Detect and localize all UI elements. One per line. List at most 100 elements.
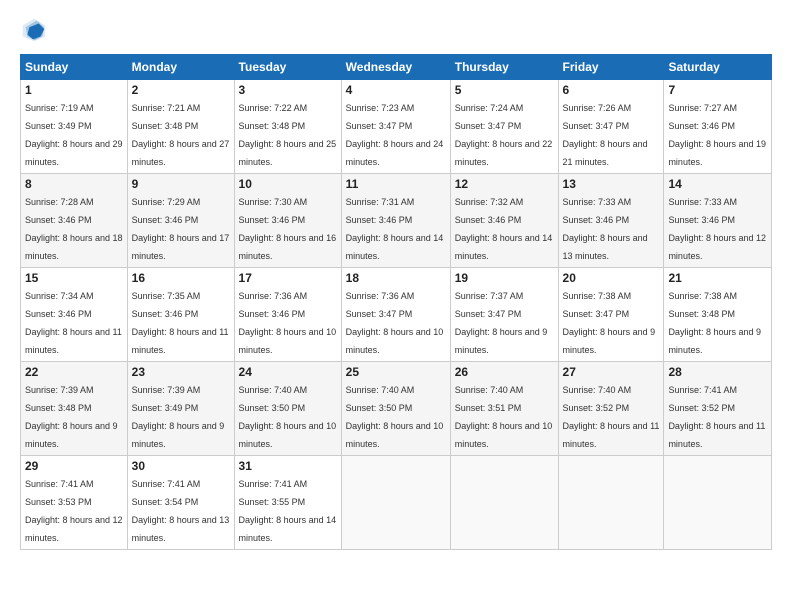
day-number: 22: [25, 365, 123, 379]
calendar-week-4: 22 Sunrise: 7:39 AMSunset: 3:48 PMDaylig…: [21, 362, 772, 456]
day-number: 13: [563, 177, 660, 191]
day-info: Sunrise: 7:34 AMSunset: 3:46 PMDaylight:…: [25, 291, 122, 355]
calendar-cell: 16 Sunrise: 7:35 AMSunset: 3:46 PMDaylig…: [127, 268, 234, 362]
day-info: Sunrise: 7:21 AMSunset: 3:48 PMDaylight:…: [132, 103, 230, 167]
day-info: Sunrise: 7:40 AMSunset: 3:50 PMDaylight:…: [239, 385, 337, 449]
day-info: Sunrise: 7:32 AMSunset: 3:46 PMDaylight:…: [455, 197, 553, 261]
day-info: Sunrise: 7:33 AMSunset: 3:46 PMDaylight:…: [668, 197, 766, 261]
day-number: 27: [563, 365, 660, 379]
calendar-cell: 13 Sunrise: 7:33 AMSunset: 3:46 PMDaylig…: [558, 174, 664, 268]
day-number: 30: [132, 459, 230, 473]
logo: [20, 16, 52, 44]
calendar-cell: 17 Sunrise: 7:36 AMSunset: 3:46 PMDaylig…: [234, 268, 341, 362]
day-number: 20: [563, 271, 660, 285]
calendar-cell: 30 Sunrise: 7:41 AMSunset: 3:54 PMDaylig…: [127, 456, 234, 550]
calendar-cell: 22 Sunrise: 7:39 AMSunset: 3:48 PMDaylig…: [21, 362, 128, 456]
calendar-week-3: 15 Sunrise: 7:34 AMSunset: 3:46 PMDaylig…: [21, 268, 772, 362]
calendar-cell: 20 Sunrise: 7:38 AMSunset: 3:47 PMDaylig…: [558, 268, 664, 362]
calendar-cell: [558, 456, 664, 550]
day-number: 3: [239, 83, 337, 97]
day-info: Sunrise: 7:41 AMSunset: 3:52 PMDaylight:…: [668, 385, 765, 449]
day-info: Sunrise: 7:41 AMSunset: 3:54 PMDaylight:…: [132, 479, 230, 543]
day-number: 19: [455, 271, 554, 285]
day-number: 10: [239, 177, 337, 191]
day-info: Sunrise: 7:40 AMSunset: 3:51 PMDaylight:…: [455, 385, 553, 449]
logo-icon: [20, 16, 48, 44]
weekday-header-tuesday: Tuesday: [234, 55, 341, 80]
calendar-cell: 18 Sunrise: 7:36 AMSunset: 3:47 PMDaylig…: [341, 268, 450, 362]
weekday-header-sunday: Sunday: [21, 55, 128, 80]
day-info: Sunrise: 7:26 AMSunset: 3:47 PMDaylight:…: [563, 103, 648, 167]
calendar-cell: [341, 456, 450, 550]
calendar-cell: 24 Sunrise: 7:40 AMSunset: 3:50 PMDaylig…: [234, 362, 341, 456]
calendar-cell: 25 Sunrise: 7:40 AMSunset: 3:50 PMDaylig…: [341, 362, 450, 456]
calendar-cell: [450, 456, 558, 550]
calendar-cell: 7 Sunrise: 7:27 AMSunset: 3:46 PMDayligh…: [664, 80, 772, 174]
weekday-header-thursday: Thursday: [450, 55, 558, 80]
day-info: Sunrise: 7:38 AMSunset: 3:47 PMDaylight:…: [563, 291, 656, 355]
calendar-cell: 23 Sunrise: 7:39 AMSunset: 3:49 PMDaylig…: [127, 362, 234, 456]
day-number: 16: [132, 271, 230, 285]
calendar-cell: 8 Sunrise: 7:28 AMSunset: 3:46 PMDayligh…: [21, 174, 128, 268]
calendar-cell: 27 Sunrise: 7:40 AMSunset: 3:52 PMDaylig…: [558, 362, 664, 456]
day-number: 24: [239, 365, 337, 379]
day-number: 12: [455, 177, 554, 191]
calendar-cell: 2 Sunrise: 7:21 AMSunset: 3:48 PMDayligh…: [127, 80, 234, 174]
day-info: Sunrise: 7:35 AMSunset: 3:46 PMDaylight:…: [132, 291, 229, 355]
day-info: Sunrise: 7:41 AMSunset: 3:55 PMDaylight:…: [239, 479, 337, 543]
day-info: Sunrise: 7:24 AMSunset: 3:47 PMDaylight:…: [455, 103, 553, 167]
day-number: 4: [346, 83, 446, 97]
day-info: Sunrise: 7:23 AMSunset: 3:47 PMDaylight:…: [346, 103, 444, 167]
day-info: Sunrise: 7:38 AMSunset: 3:48 PMDaylight:…: [668, 291, 761, 355]
day-number: 6: [563, 83, 660, 97]
calendar-cell: 29 Sunrise: 7:41 AMSunset: 3:53 PMDaylig…: [21, 456, 128, 550]
calendar-cell: 15 Sunrise: 7:34 AMSunset: 3:46 PMDaylig…: [21, 268, 128, 362]
weekday-header-monday: Monday: [127, 55, 234, 80]
day-number: 18: [346, 271, 446, 285]
day-number: 5: [455, 83, 554, 97]
day-info: Sunrise: 7:39 AMSunset: 3:48 PMDaylight:…: [25, 385, 118, 449]
day-info: Sunrise: 7:22 AMSunset: 3:48 PMDaylight:…: [239, 103, 337, 167]
day-number: 7: [668, 83, 767, 97]
day-info: Sunrise: 7:28 AMSunset: 3:46 PMDaylight:…: [25, 197, 123, 261]
calendar-cell: [664, 456, 772, 550]
day-info: Sunrise: 7:31 AMSunset: 3:46 PMDaylight:…: [346, 197, 444, 261]
day-number: 9: [132, 177, 230, 191]
calendar-cell: 1 Sunrise: 7:19 AMSunset: 3:49 PMDayligh…: [21, 80, 128, 174]
day-info: Sunrise: 7:33 AMSunset: 3:46 PMDaylight:…: [563, 197, 648, 261]
calendar-cell: 10 Sunrise: 7:30 AMSunset: 3:46 PMDaylig…: [234, 174, 341, 268]
calendar-cell: 12 Sunrise: 7:32 AMSunset: 3:46 PMDaylig…: [450, 174, 558, 268]
calendar-cell: 14 Sunrise: 7:33 AMSunset: 3:46 PMDaylig…: [664, 174, 772, 268]
day-number: 15: [25, 271, 123, 285]
day-number: 8: [25, 177, 123, 191]
day-number: 1: [25, 83, 123, 97]
calendar-week-1: 1 Sunrise: 7:19 AMSunset: 3:49 PMDayligh…: [21, 80, 772, 174]
calendar-week-5: 29 Sunrise: 7:41 AMSunset: 3:53 PMDaylig…: [21, 456, 772, 550]
calendar-cell: 19 Sunrise: 7:37 AMSunset: 3:47 PMDaylig…: [450, 268, 558, 362]
day-number: 25: [346, 365, 446, 379]
calendar-cell: 3 Sunrise: 7:22 AMSunset: 3:48 PMDayligh…: [234, 80, 341, 174]
calendar-cell: 4 Sunrise: 7:23 AMSunset: 3:47 PMDayligh…: [341, 80, 450, 174]
day-info: Sunrise: 7:40 AMSunset: 3:50 PMDaylight:…: [346, 385, 444, 449]
weekday-header-friday: Friday: [558, 55, 664, 80]
weekday-header-wednesday: Wednesday: [341, 55, 450, 80]
calendar-cell: 6 Sunrise: 7:26 AMSunset: 3:47 PMDayligh…: [558, 80, 664, 174]
calendar-cell: 11 Sunrise: 7:31 AMSunset: 3:46 PMDaylig…: [341, 174, 450, 268]
day-info: Sunrise: 7:27 AMSunset: 3:46 PMDaylight:…: [668, 103, 766, 167]
weekday-header-saturday: Saturday: [664, 55, 772, 80]
day-number: 21: [668, 271, 767, 285]
calendar-table: SundayMondayTuesdayWednesdayThursdayFrid…: [20, 54, 772, 550]
calendar-week-2: 8 Sunrise: 7:28 AMSunset: 3:46 PMDayligh…: [21, 174, 772, 268]
weekday-header-row: SundayMondayTuesdayWednesdayThursdayFrid…: [21, 55, 772, 80]
day-info: Sunrise: 7:29 AMSunset: 3:46 PMDaylight:…: [132, 197, 230, 261]
day-number: 17: [239, 271, 337, 285]
calendar-cell: 31 Sunrise: 7:41 AMSunset: 3:55 PMDaylig…: [234, 456, 341, 550]
day-info: Sunrise: 7:39 AMSunset: 3:49 PMDaylight:…: [132, 385, 225, 449]
day-info: Sunrise: 7:40 AMSunset: 3:52 PMDaylight:…: [563, 385, 660, 449]
day-info: Sunrise: 7:36 AMSunset: 3:46 PMDaylight:…: [239, 291, 337, 355]
day-number: 14: [668, 177, 767, 191]
day-info: Sunrise: 7:41 AMSunset: 3:53 PMDaylight:…: [25, 479, 123, 543]
day-number: 23: [132, 365, 230, 379]
day-number: 31: [239, 459, 337, 473]
calendar-cell: 26 Sunrise: 7:40 AMSunset: 3:51 PMDaylig…: [450, 362, 558, 456]
